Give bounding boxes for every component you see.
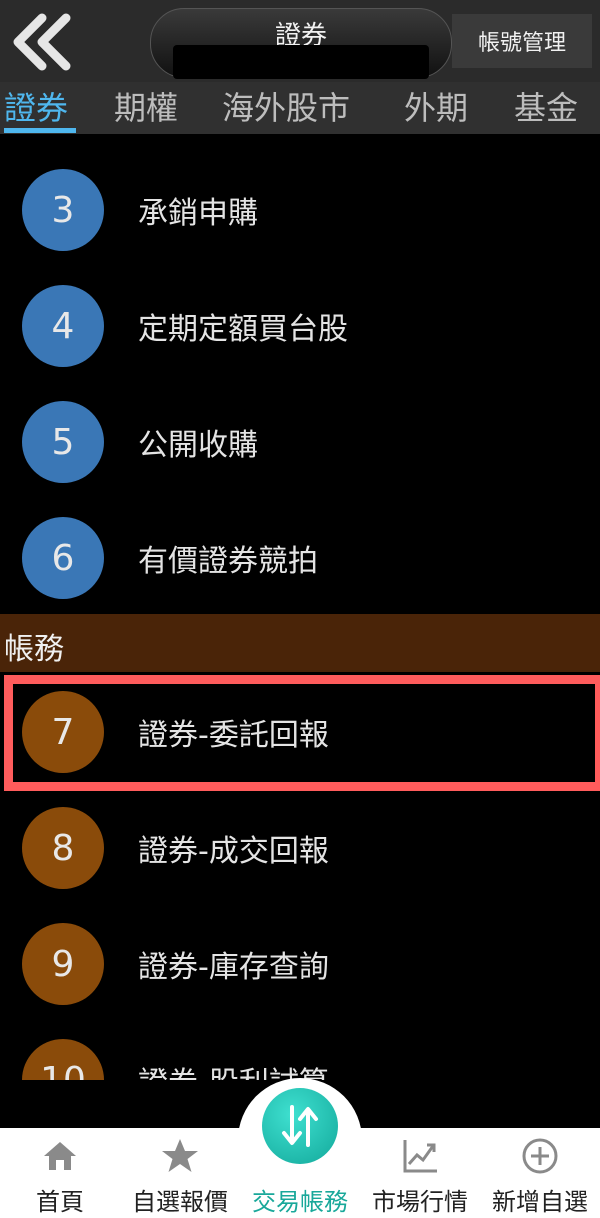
item-number-badge: 9 (22, 923, 104, 1005)
star-icon (162, 1139, 198, 1172)
tab-options[interactable]: 期權 (114, 86, 178, 130)
double-chevron-left-icon (13, 13, 71, 71)
add-circle-icon (522, 1138, 558, 1174)
item-number-badge: 10 (22, 1039, 104, 1080)
active-tab-indicator (4, 128, 76, 133)
list-item[interactable]: 4 定期定額買台股 (0, 268, 600, 384)
redacted-account-mask (173, 45, 429, 79)
list-item-label: 證券-委託回報 (138, 718, 329, 753)
list-item-label: 公開收購 (138, 428, 258, 463)
list-item-label: 定期定額買台股 (138, 312, 348, 347)
list-item[interactable]: 10 證券-股利試算 (0, 1022, 600, 1080)
nav-add-watchlist[interactable]: 新增自選 (480, 1128, 600, 1218)
nav-label: 首頁 (36, 1188, 84, 1216)
item-number-badge: 7 (22, 691, 104, 773)
item-number-badge: 6 (22, 517, 104, 599)
nav-label: 新增自選 (492, 1188, 588, 1216)
nav-trade-account[interactable]: 交易帳務 (240, 1128, 360, 1218)
item-number-badge: 4 (22, 285, 104, 367)
list-item-label: 證券-股利試算 (138, 1058, 329, 1080)
list-item-label: 承銷申購 (138, 196, 258, 231)
nav-label: 交易帳務 (252, 1188, 348, 1216)
section-header: 帳務 (0, 614, 600, 672)
account-management-button[interactable]: 帳號管理 (452, 14, 592, 68)
list-item-label: 證券-成交回報 (138, 834, 329, 869)
list-item[interactable]: 9 證券-庫存查詢 (0, 906, 600, 1022)
tab-funds[interactable]: 基金 (514, 86, 578, 130)
nav-watchlist-quotes[interactable]: 自選報價 (120, 1128, 240, 1218)
category-tabs: 證券 期權 海外股市 外期 基金 (0, 82, 600, 134)
list-item-label: 有價證券競拍 (138, 544, 318, 579)
list-item[interactable]: 8 證券-成交回報 (0, 790, 600, 906)
tab-foreign-futures[interactable]: 外期 (404, 86, 468, 130)
nav-market[interactable]: 市場行情 (360, 1128, 480, 1218)
item-number-badge: 5 (22, 401, 104, 483)
tab-securities[interactable]: 證券 (4, 86, 68, 130)
nav-label: 市場行情 (372, 1188, 468, 1216)
app-header: 證券 帳號管理 (0, 0, 600, 82)
menu-list[interactable]: 3 承銷申購 4 定期定額買台股 5 公開收購 6 有價證券競拍 帳務 7 證券… (0, 134, 600, 1080)
home-icon (44, 1142, 76, 1170)
list-item[interactable]: 5 公開收購 (0, 384, 600, 500)
nav-home[interactable]: 首頁 (0, 1128, 120, 1218)
back-button[interactable] (6, 8, 78, 76)
list-item[interactable]: 7 證券-委託回報 (0, 674, 600, 790)
item-number-badge: 3 (22, 169, 104, 251)
tab-overseas-stocks[interactable]: 海外股市 (222, 86, 350, 130)
list-item[interactable]: 6 有價證券競拍 (0, 500, 600, 616)
list-item[interactable]: 3 承銷申購 (0, 152, 600, 268)
list-item-label: 證券-庫存查詢 (138, 950, 329, 985)
section-title: 帳務 (4, 632, 64, 667)
nav-label: 自選報價 (132, 1188, 228, 1216)
item-number-badge: 8 (22, 807, 104, 889)
chart-trend-icon (403, 1140, 437, 1173)
title-pill: 證券 (150, 8, 452, 79)
